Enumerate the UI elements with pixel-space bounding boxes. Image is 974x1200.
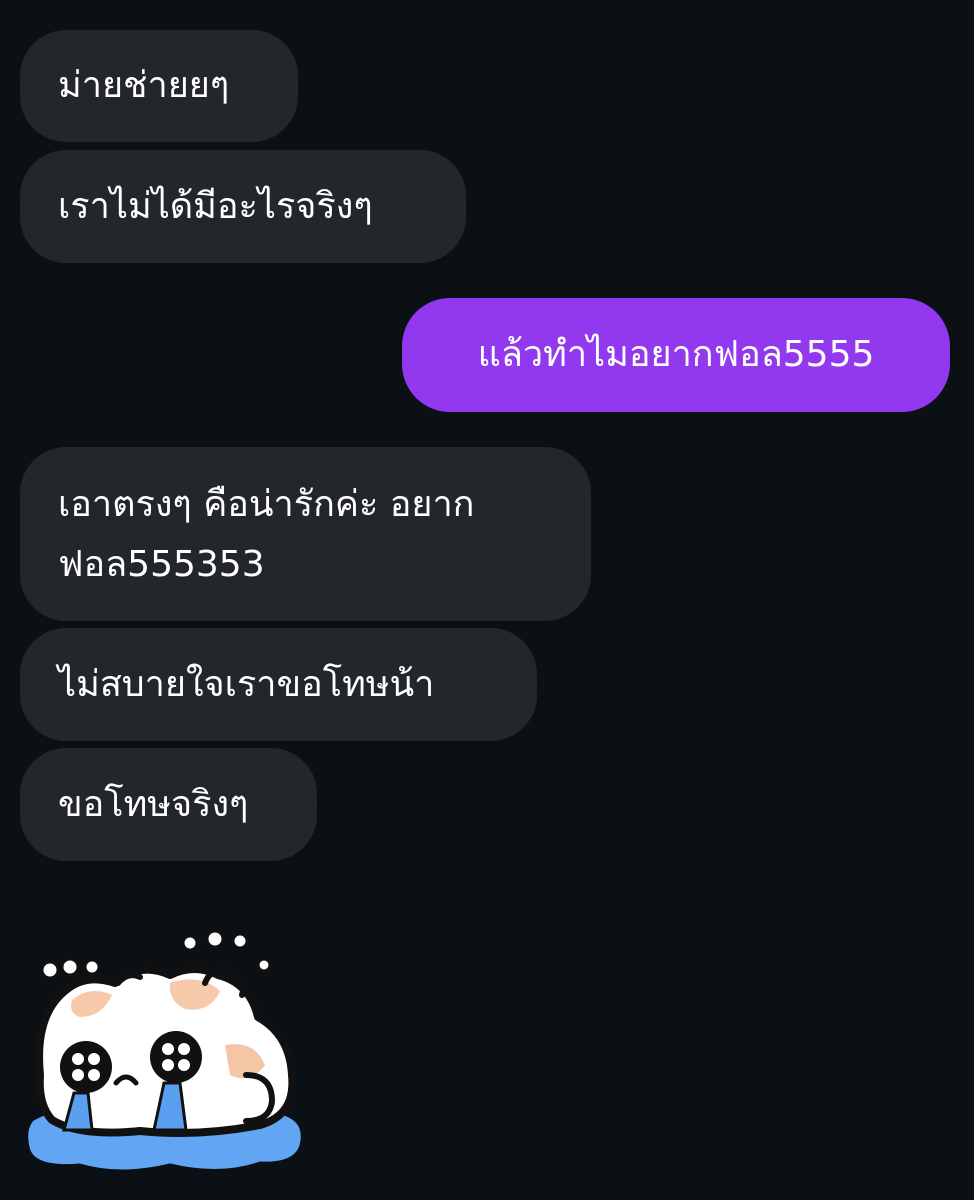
message-text: ไม่สบายใจเราขอโทษน้า: [58, 663, 435, 705]
message-bubble-received[interactable]: เอาตรงๆ คือน่ารักค่ะ อยากฟอล555353: [20, 447, 591, 621]
message-bubble-received[interactable]: ขอโทษจริงๆ: [20, 748, 317, 861]
crying-cat-sticker-icon[interactable]: [20, 925, 310, 1180]
message-bubble-received[interactable]: ไม่สบายใจเราขอโทษน้า: [20, 628, 537, 741]
message-bubble-received[interactable]: ม่ายช่ายยๆ: [20, 30, 298, 142]
message-text: เราไม่ได้มีอะไรจริงๆ: [58, 185, 373, 227]
message-bubble-received[interactable]: เราไม่ได้มีอะไรจริงๆ: [20, 150, 466, 263]
message-text: ขอโทษจริงๆ: [58, 783, 249, 825]
message-text: ม่ายช่ายยๆ: [58, 65, 230, 106]
message-bubble-sent[interactable]: แล้วทำไมอยากฟอล5555: [402, 298, 950, 412]
message-text: แล้วทำไมอยากฟอล5555: [477, 334, 875, 375]
message-text: เอาตรงๆ คือน่ารักค่ะ อยากฟอล555353: [58, 484, 475, 585]
